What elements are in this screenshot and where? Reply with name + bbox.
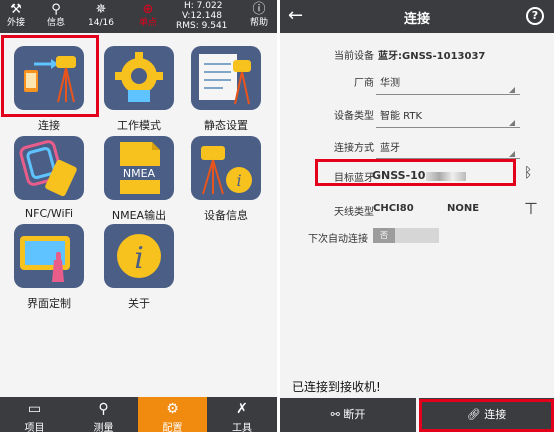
antenna-icon[interactable]: ⊤ [524, 199, 538, 218]
svg-text:NMEA: NMEA [123, 167, 156, 180]
unlink-icon: ⚯ [330, 408, 344, 421]
nav-tools[interactable]: ✗ 工具 [207, 397, 277, 434]
bottom-nav: ▭ 项目 ⚲ 测量 ⚙ 配置 ✗ 工具 [0, 397, 277, 434]
dropdown-arrow-icon [509, 120, 515, 126]
survey-info-icon: ⚲ [51, 2, 61, 17]
svg-text:i: i [134, 241, 144, 276]
device-info-icon: i [191, 136, 261, 200]
status-bar: ⚒ 外接 ⚲ 信息 ✵ 14/16 ⊕ 单点 H: 7.022 V:12.148… [0, 0, 277, 33]
survey-icon: ⚲ [98, 401, 109, 417]
manufacturer-select[interactable]: 华测 [380, 74, 400, 89]
target-bluetooth-highlight [315, 159, 516, 186]
nfc-icon [14, 136, 84, 200]
page-title: 连接 [403, 12, 430, 27]
disconnect-button[interactable]: ⚯ 断开 [280, 398, 416, 432]
satellite-icon: ✵ [95, 2, 107, 17]
about-info-icon: i [104, 224, 174, 288]
help-button[interactable]: ⓘ 帮助 [246, 2, 272, 28]
antenna-type-row[interactable]: 天线类型 CHCI80 NONE [280, 198, 554, 220]
help-icon[interactable]: ? [526, 7, 544, 25]
device-type-select[interactable]: 智能 RTK [380, 107, 422, 122]
connect-panel: ← 连接 ? 当前设备 蓝牙:GNSS-1013037 厂商 华测 设备类型 智… [280, 0, 554, 432]
app-device-info[interactable]: i 设备信息 [189, 136, 263, 223]
app-about[interactable]: i 关于 [102, 224, 176, 311]
satellite-status[interactable]: ✵ 14/16 [86, 2, 116, 28]
help-icon: ⓘ [252, 2, 266, 17]
antenna-icon: ⚒ [10, 2, 22, 17]
connect-header: ← 连接 ? [280, 0, 554, 33]
dropdown-arrow-icon [509, 151, 515, 157]
folder-icon: ▭ [27, 401, 42, 417]
svg-text:i: i [236, 171, 241, 190]
app-work-mode[interactable]: 工作模式 [102, 46, 176, 133]
connect-highlight [1, 35, 99, 117]
nmea-document-icon: NMEA [104, 136, 174, 200]
app-static-settings[interactable]: 静态设置 [189, 46, 263, 133]
current-device-row: 当前设备 蓝牙:GNSS-1013037 [334, 51, 486, 62]
connect-button-highlight [419, 399, 554, 432]
auto-connect-toggle[interactable]: 否 [373, 228, 439, 243]
app-nfc-wifi[interactable]: NFC/WiFi [12, 136, 86, 220]
nav-project[interactable]: ▭ 项目 [0, 397, 69, 434]
app-nmea-output[interactable]: NMEA NMEA输出 [102, 136, 176, 223]
precision-readout: H: 7.022 V:12.148 RMS: 9.541 [176, 1, 228, 31]
tools-icon: ✗ [236, 401, 248, 417]
solution-status[interactable]: ⊕ 单点 [134, 2, 162, 28]
app-ui-customize[interactable]: 界面定制 [12, 224, 86, 311]
nav-config[interactable]: ⚙ 配置 [138, 397, 207, 434]
dropdown-arrow-icon [509, 87, 515, 93]
bluetooth-icon[interactable]: ᛒ [524, 165, 532, 181]
connection-status-message: 已连接到接收机! [292, 380, 381, 394]
main-menu-panel: ⚒ 外接 ⚲ 信息 ✵ 14/16 ⊕ 单点 H: 7.022 V:12.148… [0, 0, 277, 434]
gear-icon [104, 46, 174, 110]
target-icon: ⊕ [142, 2, 154, 17]
touch-screen-icon [14, 224, 84, 288]
gear-icon: ⚙ [166, 401, 179, 417]
document-receiver-icon [191, 46, 261, 110]
connect-method-select[interactable]: 蓝牙 [380, 139, 400, 154]
external-status[interactable]: ⚒ 外接 [4, 2, 28, 28]
nav-survey[interactable]: ⚲ 测量 [69, 397, 138, 434]
info-status[interactable]: ⚲ 信息 [44, 2, 68, 28]
